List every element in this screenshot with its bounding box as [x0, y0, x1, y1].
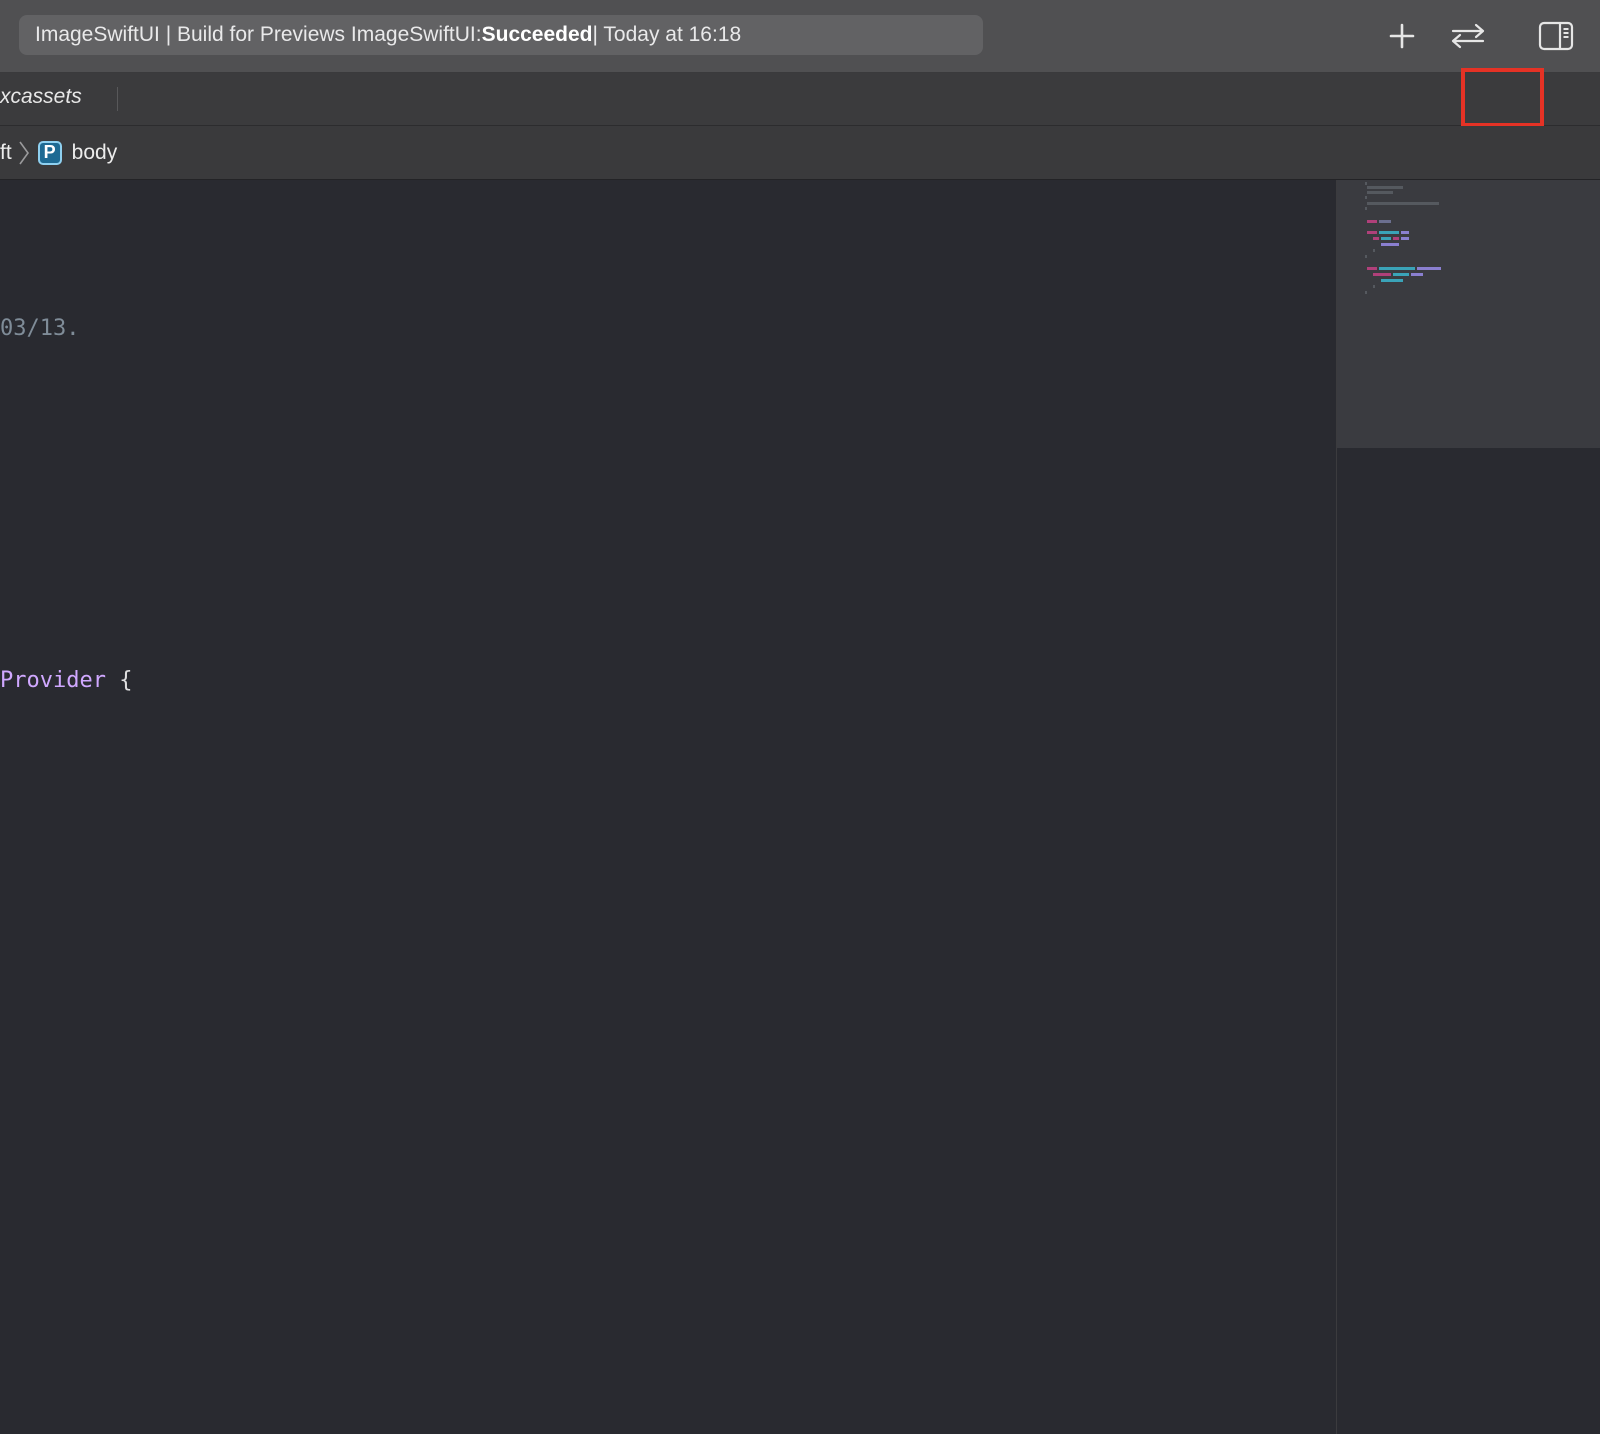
- highlight-box: [1461, 68, 1544, 127]
- minimap-mark: [1365, 182, 1367, 185]
- source-editor[interactable]: 03/13. Provider {: [0, 180, 1336, 1434]
- minimap-mark: [1365, 207, 1367, 210]
- code-review-button[interactable]: [1448, 16, 1488, 56]
- minimap-mark: [1373, 249, 1375, 252]
- chevron-right-icon: [18, 140, 30, 166]
- activity-view[interactable]: ImageSwiftUI | Build for Previews ImageS…: [19, 15, 983, 55]
- inspector-toggle-button[interactable]: [1536, 16, 1576, 56]
- minimap-mark: [1367, 220, 1377, 223]
- jump-bar: ft P body: [0, 126, 1600, 180]
- minimap-mark: [1379, 267, 1415, 270]
- property-badge-icon: P: [37, 140, 62, 165]
- inspector-toggle-icon: [1538, 21, 1574, 51]
- minimap-mark: [1367, 267, 1377, 270]
- minimap-mark: [1379, 231, 1399, 234]
- minimap-mark: [1381, 243, 1399, 246]
- jumpbar-file-item[interactable]: ft: [0, 141, 12, 165]
- minimap-mark: [1367, 186, 1403, 189]
- activity-status: Succeeded: [481, 23, 593, 46]
- tab-assets[interactable]: xcassets: [0, 85, 82, 109]
- minimap-mark: [1365, 291, 1367, 294]
- code-line-comment: 03/13.: [0, 316, 80, 341]
- code-line-provider: Provider {: [0, 668, 132, 693]
- minimap-mark: [1373, 237, 1379, 240]
- minimap-mark: [1373, 273, 1391, 276]
- editor-tab-bar: xcassets: [0, 73, 1600, 185]
- minimap-mark: [1401, 237, 1409, 240]
- window-toolbar: ImageSwiftUI | Build for Previews ImageS…: [0, 0, 1600, 73]
- activity-prefix: ImageSwiftUI | Build for Previews ImageS…: [35, 23, 482, 46]
- activity-suffix: | Today at 16:18: [592, 23, 742, 46]
- minimap-mark: [1393, 273, 1409, 276]
- type-name-token: Provider: [0, 668, 106, 693]
- jumpbar-symbol-item[interactable]: body: [72, 141, 118, 165]
- brace-token: {: [105, 668, 133, 693]
- minimap-mark: [1367, 231, 1377, 234]
- minimap-mark: [1367, 191, 1393, 194]
- plus-icon: [1389, 23, 1415, 49]
- add-library-button[interactable]: [1382, 16, 1422, 56]
- swap-arrows-icon: [1451, 23, 1485, 49]
- minimap-mark: [1393, 237, 1399, 240]
- minimap-mark: [1367, 202, 1439, 205]
- minimap-mark: [1401, 231, 1409, 234]
- minimap-mark: [1411, 273, 1423, 276]
- minimap-mark: [1365, 255, 1367, 258]
- minimap-mark: [1379, 220, 1391, 223]
- tab-divider: [117, 87, 118, 111]
- minimap-mark: [1417, 267, 1441, 270]
- minimap-mark: [1373, 285, 1375, 288]
- minimap-mark: [1381, 237, 1391, 240]
- minimap-mark: [1381, 279, 1403, 282]
- minimap[interactable]: [1336, 180, 1600, 1434]
- minimap-mark: [1365, 196, 1367, 199]
